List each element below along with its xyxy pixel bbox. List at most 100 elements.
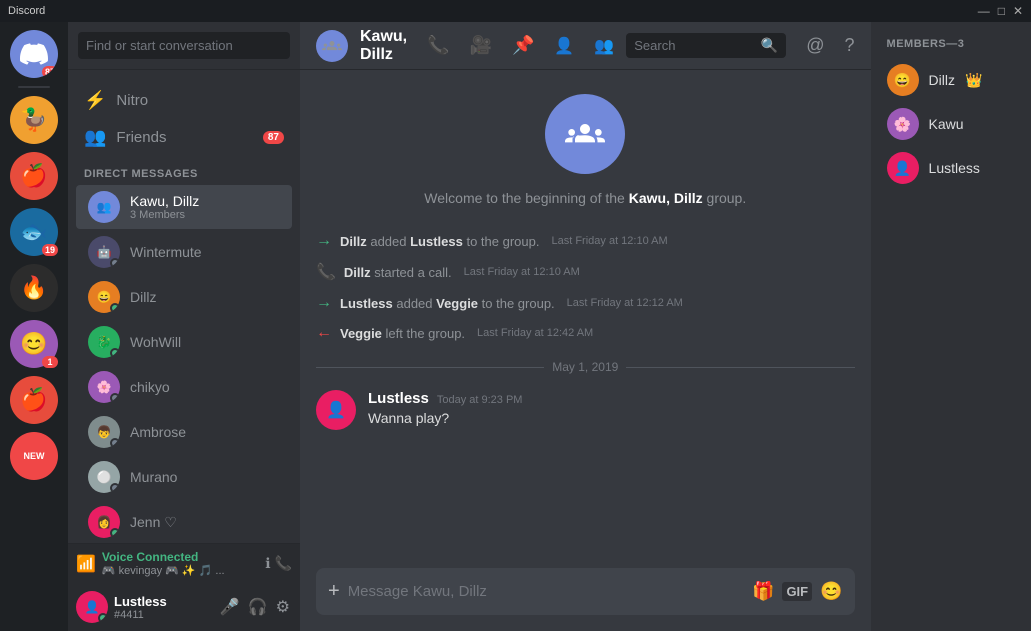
dm-avatar-dillz: 😄 [88,281,120,313]
minimize-button[interactable]: — [978,4,990,18]
help-button[interactable]: ? [845,35,855,56]
voice-info-button[interactable]: ℹ [265,555,270,572]
user-info: Lustless #4411 [114,594,212,621]
system-msg-2-time: Last Friday at 12:10 AM [464,266,580,278]
add-attachment-button[interactable]: + [328,568,340,615]
dm-avatar-chikyo: 🌸 [88,371,120,403]
dm-item-chikyo[interactable]: 🌸 chikyo [76,365,292,409]
server-icon-3[interactable]: 🐟 19 [10,208,58,256]
server-icon-1[interactable]: 🦆 [10,96,58,144]
message-header-lustless: Lustless Today at 9:23 PM [368,390,855,407]
voice-disconnect-button[interactable]: 📞 [275,555,292,572]
phone-icon: 📞 [316,262,336,282]
titlebar: Discord — □ ✕ [0,0,1031,22]
nitro-icon: ⚡ [84,90,106,111]
arrow-right-icon-2: → [316,294,332,312]
member-name-kawu: Kawu [929,116,964,132]
maximize-button[interactable]: □ [998,4,1005,18]
status-dot-murano [110,483,120,493]
members-toggle-button[interactable]: 👥 [594,36,614,56]
gift-icon[interactable]: 🎁 [752,581,774,602]
status-dot-jenn [110,528,120,538]
date-divider: May 1, 2019 [316,360,855,374]
member-name-dillz: Dillz [929,72,955,88]
system-msg-4-time: Last Friday at 12:42 AM [477,327,593,339]
chat-group-icon [316,30,348,62]
emoji-button[interactable]: 😊 [820,581,842,602]
server-divider [18,86,50,88]
dm-item-wohwill[interactable]: 🐉 WohWill [76,320,292,364]
system-msg-1: → Dillz added Lustless to the group. Las… [316,230,855,252]
server-icon-6[interactable]: 🍎 [10,376,58,424]
member-item-dillz[interactable]: 😄 Dillz 👑 [879,58,1031,102]
chat-search-input[interactable] [634,38,755,53]
at-mentions-button[interactable]: @ [806,35,824,56]
nitro-label: Nitro [116,92,148,109]
chat-messages: Welcome to the beginning of the Kawu, Di… [300,70,871,568]
server-icon-4[interactable]: 🔥 [10,264,58,312]
system-msg-3: → Lustless added Veggie to the group. La… [316,292,855,314]
dm-name-kawu-dillz: Kawu, Dillz [130,193,199,209]
dm-item-jenn[interactable]: 👩 Jenn ♡ [76,500,292,543]
welcome-section: Welcome to the beginning of the Kawu, Di… [316,94,855,214]
app-title: Discord [8,5,45,17]
dm-item-kawu-dillz[interactable]: 👥 Kawu, Dillz 3 Members [76,185,292,229]
system-msg-2-text: Dillz started a call. [344,265,452,280]
video-call-button[interactable]: 🎥 [470,35,492,56]
system-msg-3-text: Lustless added Veggie to the group. [340,296,555,311]
gif-button[interactable]: GIF [782,582,812,601]
message-content-lustless: Lustless Today at 9:23 PM Wanna play? [368,390,855,430]
voice-connected-title: Voice Connected [102,550,259,564]
member-item-lustless[interactable]: 👤 Lustless [879,146,1031,190]
dm-section-label: DIRECT MESSAGES [68,160,300,184]
deafen-button[interactable]: 🎧 [246,595,270,619]
dm-name-dillz: Dillz [130,289,156,305]
system-msg-3-time: Last Friday at 12:12 AM [567,297,683,309]
message-text-lustless: Wanna play? [368,409,855,429]
status-dot-dillz [110,303,120,313]
window-controls: — □ ✕ [978,4,1023,18]
discord-home-button[interactable]: 87 [10,30,58,78]
system-msg-4-text: Veggie left the group. [340,326,465,341]
welcome-message: Welcome to the beginning of the Kawu, Di… [316,182,855,214]
username-label: Lustless [114,594,212,609]
dm-avatar-jenn: 👩 [88,506,120,538]
phone-call-button[interactable]: 📞 [427,35,449,56]
members-label: MEMBERS—3 [879,38,1031,58]
dm-name-wohwill: WohWill [130,334,181,350]
dm-item-dillz[interactable]: 😄 Dillz [76,275,292,319]
status-dot-ambrose [110,438,120,448]
member-avatar-dillz: 😄 [887,64,919,96]
pin-button[interactable]: 📌 [512,35,534,56]
dm-sub-kawu-dillz: 3 Members [130,209,199,221]
server-badge-5: 1 [42,356,58,368]
nitro-nav-item[interactable]: ⚡ Nitro [76,82,292,119]
server-icon-new[interactable]: NEW [10,432,58,480]
friends-nav-item[interactable]: 👥 Friends 87 [76,119,292,156]
dm-nav: ⚡ Nitro 👥 Friends 87 [68,70,300,160]
dm-item-ambrose[interactable]: 👦 Ambrose [76,410,292,454]
server-icon-2[interactable]: 🍎 [10,152,58,200]
member-name-lustless: Lustless [929,160,980,176]
close-button[interactable]: ✕ [1013,4,1023,18]
add-friend-button[interactable]: 👤 [554,36,574,56]
system-msg-1-time: Last Friday at 12:10 AM [551,235,667,247]
user-avatar: 👤 [76,591,108,623]
chat-input-area: + 🎁 GIF 😊 [300,568,871,631]
dm-avatar-wohwill: 🐉 [88,326,120,358]
mute-button[interactable]: 🎤 [218,595,242,619]
dm-item-wintermute[interactable]: 🤖 Wintermute [76,230,292,274]
status-dot-chikyo [110,393,120,403]
message-input[interactable] [348,572,744,611]
search-input[interactable] [78,32,290,59]
settings-button[interactable]: ⚙ [274,595,292,619]
chat-search-box: 🔍 [626,33,786,58]
dm-item-murano[interactable]: ⚪ Murano [76,455,292,499]
server-icon-5[interactable]: 😊 1 [10,320,58,368]
dm-name-ambrose: Ambrose [130,424,186,440]
member-item-kawu[interactable]: 🌸 Kawu [879,102,1031,146]
dm-avatar-wintermute: 🤖 [88,236,120,268]
dm-name-chikyo: chikyo [130,379,170,395]
dm-avatar-ambrose: 👦 [88,416,120,448]
dm-name-murano: Murano [130,469,177,485]
